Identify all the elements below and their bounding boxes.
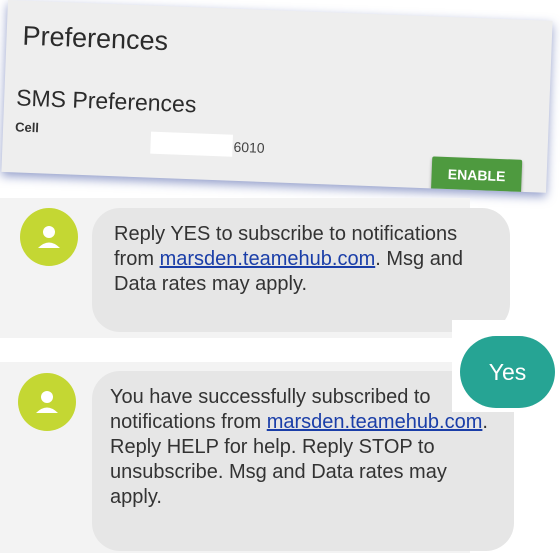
message-link[interactable]: marsden.teamehub.com [267,411,483,433]
cell-label: Cell [14,119,40,136]
person-icon [36,391,58,413]
page-title: Preferences [22,20,169,57]
message-link[interactable]: marsden.teamehub.com [160,248,376,270]
sms-preferences-heading: SMS Preferences [15,84,197,118]
person-icon [38,226,60,248]
enable-button[interactable]: ENABLE [431,156,523,193]
cell-number: 6010 [233,138,265,156]
message-bubble: Reply YES to subscribe to notifications … [92,208,510,332]
contact-avatar [20,208,78,266]
contact-avatar [18,373,76,431]
reply-bubble: Yes [460,336,555,408]
redacted-phone-number [150,131,233,157]
preferences-card: Preferences SMS Preferences Cell 6010 EN… [1,0,553,193]
message-bubble: You have successfully subscribed to noti… [92,371,514,551]
